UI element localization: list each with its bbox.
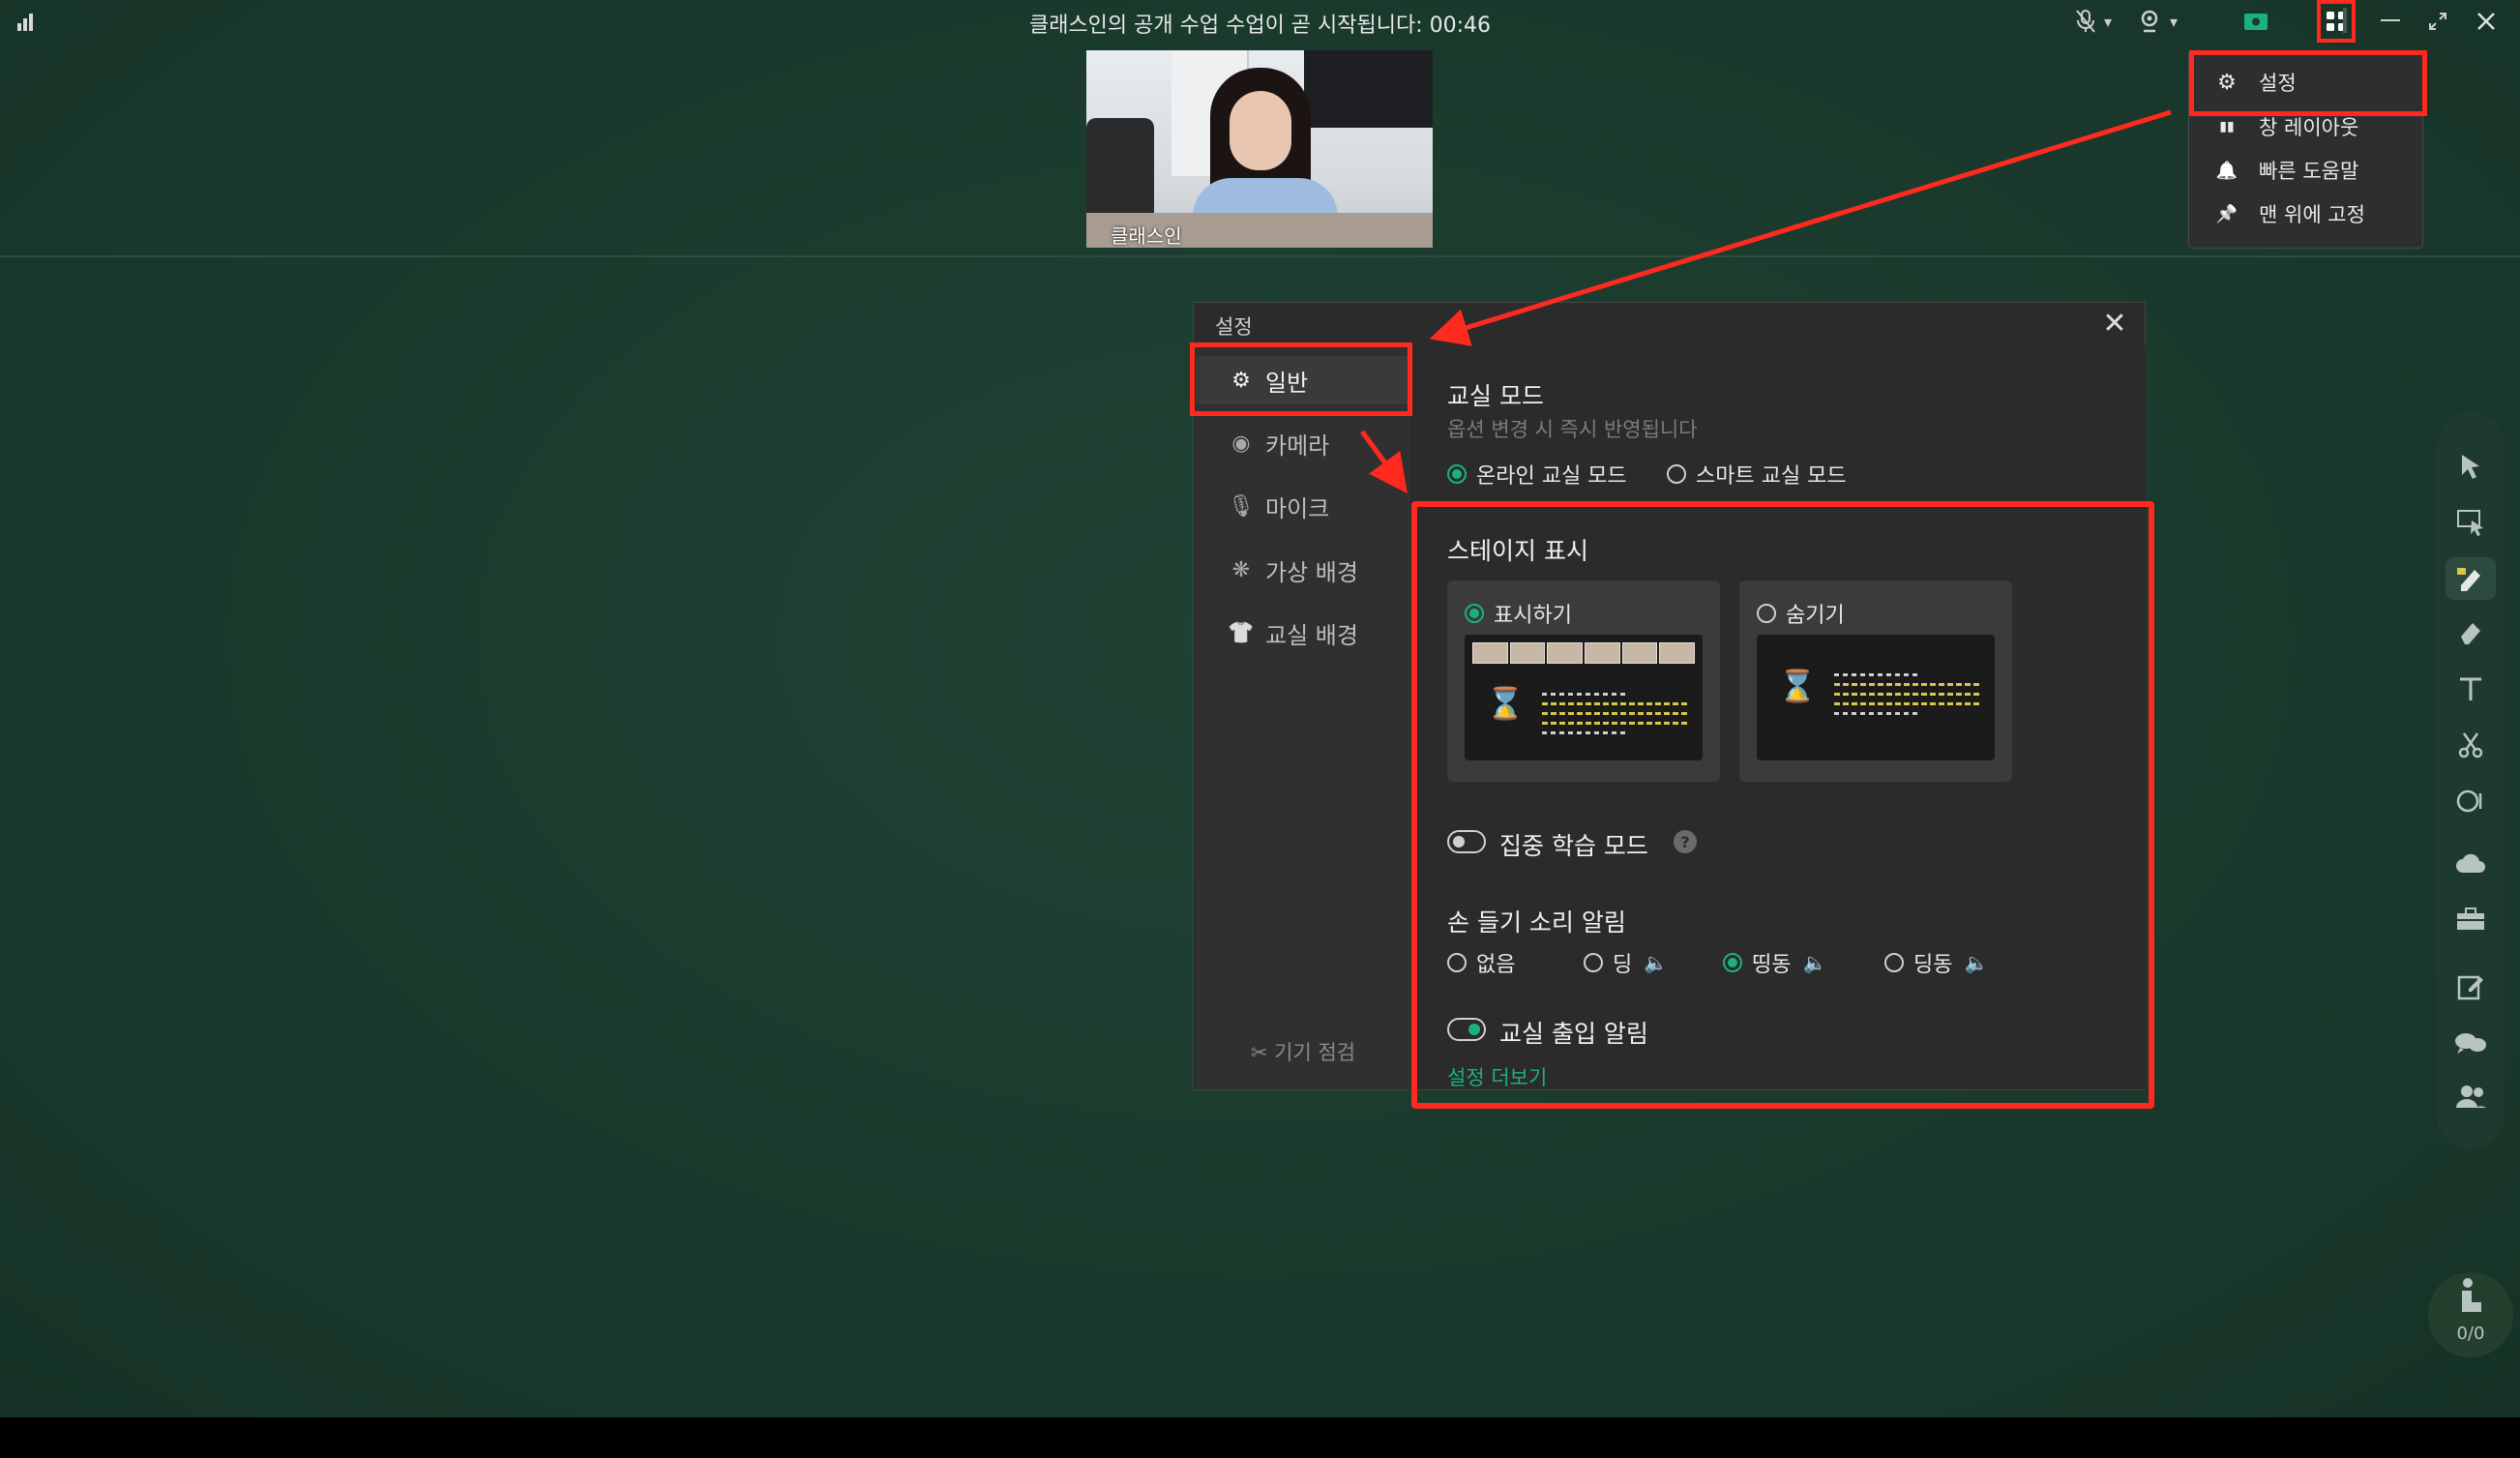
menu-item-pin-on-top[interactable]: 📌 맨 위에 고정 (2189, 193, 2424, 235)
camera-options-chevron-down-icon[interactable]: ▾ (2165, 6, 2182, 37)
close-icon[interactable] (2471, 6, 2502, 37)
content-highlight-box (1411, 501, 2154, 1109)
bell-icon: 🔔 (2215, 160, 2238, 181)
toolbar-divider (2343, 8, 2347, 33)
eraser-icon[interactable] (2437, 613, 2505, 652)
sidebar-item-mic[interactable]: 🎙 마이크 (1196, 482, 1410, 530)
radio-dot (1667, 464, 1686, 484)
cloud-icon[interactable] (2437, 844, 2505, 882)
device-check-label: 기기 점검 (1274, 1041, 1356, 1064)
stage-divider (0, 255, 2520, 257)
toolbox-icon[interactable] (2437, 900, 2505, 938)
screen-share-icon[interactable] (2238, 6, 2273, 37)
classroom-mode-subtitle: 옵션 변경 시 즉시 반영됩니다 (1447, 418, 1698, 441)
radio-label: 스마트 교실 모드 (1696, 464, 1847, 489)
menu-item-label: 창 레이아웃 (2259, 116, 2359, 139)
pen-icon[interactable] (2446, 557, 2496, 600)
sidebar-item-label: 교실 배경 (1265, 621, 1358, 649)
virtual-bg-icon: ❋ (1231, 557, 1251, 582)
wrench-icon: ✂ (1250, 1041, 1275, 1064)
sidebar-item-label: 마이크 (1265, 494, 1330, 522)
bottom-bar (0, 1417, 2520, 1458)
sidebar-item-camera[interactable]: ◉ 카메라 (1196, 419, 1410, 467)
menu-item-label: 맨 위에 고정 (2259, 203, 2365, 226)
settings-highlight-box (2189, 50, 2427, 116)
apps-grid-icon[interactable] (2317, 0, 2356, 43)
radio-online-classroom[interactable]: 온라인 교실 모드 (1447, 459, 1627, 490)
pin-icon: 📌 (2215, 203, 2238, 224)
sidebar-item-classroom-background[interactable]: 👕 교실 배경 (1196, 609, 1410, 657)
seat-count: 0/0 (2456, 1324, 2485, 1344)
minimize-icon[interactable] (2376, 6, 2405, 37)
users-icon[interactable] (2437, 1078, 2505, 1116)
camera-icon[interactable] (2130, 6, 2169, 37)
scissors-icon[interactable] (2437, 726, 2505, 764)
restore-icon[interactable] (2422, 6, 2453, 37)
mic-icon: 🎙 (1228, 493, 1255, 519)
shape-icon[interactable] (2437, 782, 2505, 820)
sidebar-item-virtual-background[interactable]: ❋ 가상 배경 (1196, 546, 1410, 594)
camera-icon: ◉ (1231, 431, 1251, 456)
teacher-video-tile[interactable] (1086, 50, 1433, 248)
seat-icon (2428, 1277, 2513, 1324)
sidebar-item-label: 가상 배경 (1265, 558, 1358, 586)
radio-dot (1447, 464, 1467, 484)
device-check-link[interactable]: ✂ 기기 점검 (1196, 1037, 1410, 1066)
general-highlight-box (1190, 342, 1412, 416)
region-select-icon[interactable] (2437, 503, 2505, 542)
edit-icon[interactable] (2437, 967, 2505, 1006)
layout-icon: ▮▮ (2219, 119, 2235, 134)
menu-item-label: 빠른 도움말 (2259, 160, 2359, 183)
chat-icon[interactable] (2437, 1024, 2505, 1062)
sidebar-item-label: 카메라 (1265, 431, 1330, 460)
radio-label: 온라인 교실 모드 (1476, 464, 1627, 489)
radio-smart-classroom[interactable]: 스마트 교실 모드 (1667, 459, 1847, 490)
text-icon[interactable] (2437, 669, 2505, 708)
dialog-title: 설정 (1215, 315, 1253, 339)
menu-item-quick-help[interactable]: 🔔 빠른 도움말 (2189, 149, 2424, 192)
classroom-mode-title: 교실 모드 (1447, 382, 1544, 410)
select-icon[interactable] (2437, 447, 2505, 486)
dialog-close-icon[interactable]: ✕ (2099, 307, 2130, 341)
mic-options-chevron-down-icon[interactable]: ▾ (2099, 6, 2117, 37)
video-name-label: 클래스인 (1111, 224, 1182, 248)
shirt-icon: 👕 (1228, 620, 1255, 645)
